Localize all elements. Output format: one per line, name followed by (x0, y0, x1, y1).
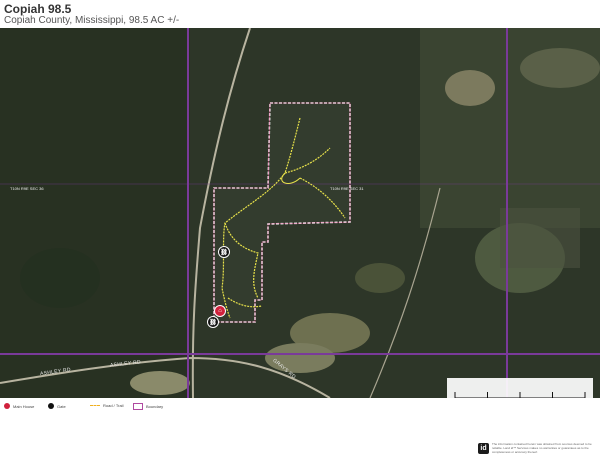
boundary-icon (133, 403, 143, 410)
legend-item-gate: Gate (48, 403, 66, 409)
gate-marker-icon[interactable]: ⛓ (207, 316, 219, 328)
page-title: Copiah 98.5 (4, 2, 72, 16)
section-label: T10N R9E SEC 36 (10, 186, 44, 191)
legend-label: Gate (57, 403, 66, 409)
disclaimer-text: The information contained herein was obt… (492, 442, 592, 454)
header: Copiah 98.5 Copiah County, Mississippi, … (0, 0, 600, 28)
legend-item-boundary: Boundary (133, 403, 163, 410)
land-id-logo: id (478, 443, 489, 454)
legend-item-road-trail: Road / Trail (90, 403, 123, 408)
scale-bar-graphic (454, 392, 586, 398)
legend-label: Boundary (146, 404, 164, 409)
scale-bar: 0 500 1000 1500 2000ft (447, 378, 593, 398)
aerial-map[interactable]: ASHLEY RD ASHLEY RD GRAYS RD T10N R9E SE… (0, 28, 600, 398)
section-label: T10N R9E SEC 31 (330, 186, 364, 191)
gate-marker-icon[interactable]: ⛓ (218, 246, 230, 258)
main-house-marker-icon[interactable]: ⌂ (214, 305, 226, 317)
map-imagery (0, 28, 600, 398)
house-icon (4, 403, 10, 409)
map-legend: Main House Gate Road / Trail Boundary (0, 403, 600, 417)
gate-icon (48, 403, 54, 409)
legend-label: Main House (13, 403, 35, 409)
legend-item-main-house: Main House (4, 403, 34, 409)
trail-line-icon (90, 405, 100, 406)
legend-label: Road / Trail (103, 403, 124, 408)
page-subtitle: Copiah County, Mississippi, 98.5 AC +/- (4, 15, 180, 26)
